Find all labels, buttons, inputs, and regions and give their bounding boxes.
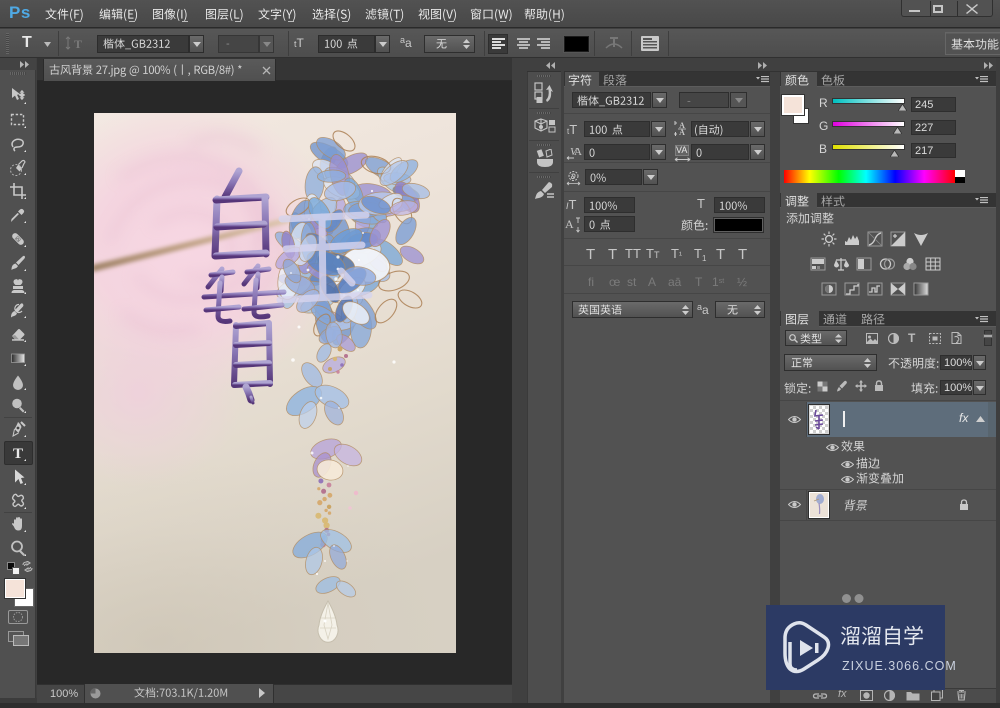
svg-text:A: A (574, 146, 582, 158)
svg-text:T: T (13, 446, 23, 462)
svg-text:T: T (74, 37, 82, 51)
svg-text:A: A (565, 217, 574, 231)
